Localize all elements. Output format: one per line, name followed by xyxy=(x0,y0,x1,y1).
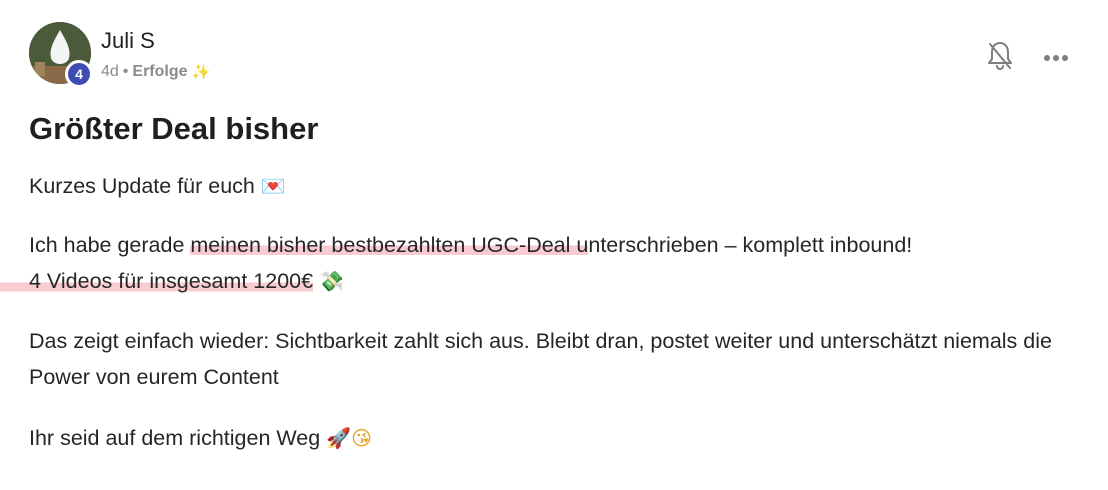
sparkle-icon: ✨ xyxy=(191,64,211,81)
rocket-icon: 🚀 xyxy=(326,426,352,450)
more-horizontal-icon[interactable] xyxy=(1044,48,1074,62)
paragraph-2: Ich habe gerade meinen bisher bestbezahl… xyxy=(0,227,913,299)
post-time: 4d xyxy=(101,63,119,80)
post-meta: 4d • Erfolge ✨ xyxy=(101,63,210,81)
highlighted-text: meinen bisher bestbezahlten UGC-Deal u xyxy=(190,233,589,257)
dot xyxy=(1062,55,1068,61)
author-name[interactable]: Juli S xyxy=(101,28,155,54)
avatar-wrap[interactable]: 4 xyxy=(29,22,93,88)
level-badge: 4 xyxy=(65,60,93,88)
paragraph-1-text: Kurzes Update für euch xyxy=(29,174,255,198)
kiss-face-icon: 😘 xyxy=(351,426,372,450)
paragraph-4: Ihr seid auf dem richtigen Weg 🚀😘 xyxy=(29,420,372,456)
money-with-wings-icon: 💸 xyxy=(319,269,344,293)
meta-separator: • xyxy=(122,63,129,80)
paragraph-3: Das zeigt einfach wieder: Sichtbarkeit z… xyxy=(29,329,1052,389)
community-post: 4 Juli S 4d • Erfolge ✨ Größter Deal bis… xyxy=(0,0,1108,490)
paragraph-1: Kurzes Update für euch 💌 xyxy=(29,168,286,204)
highlighted-text-line-2: 4 Videos für insgesamt 1200€ xyxy=(0,269,314,293)
post-title: Größter Deal bisher xyxy=(29,111,319,146)
love-letter-icon: 💌 xyxy=(260,174,286,198)
dot xyxy=(1044,55,1050,61)
paragraph-2-after: nterschrieben – komplett inbound! xyxy=(588,233,913,257)
category-link[interactable]: Erfolge xyxy=(132,63,187,81)
dot xyxy=(1053,55,1059,61)
paragraph-2-before: Ich habe gerade xyxy=(29,233,191,257)
bell-off-icon[interactable] xyxy=(986,40,1014,72)
paragraph-4-text: Ihr seid auf dem richtigen Weg xyxy=(29,426,321,450)
